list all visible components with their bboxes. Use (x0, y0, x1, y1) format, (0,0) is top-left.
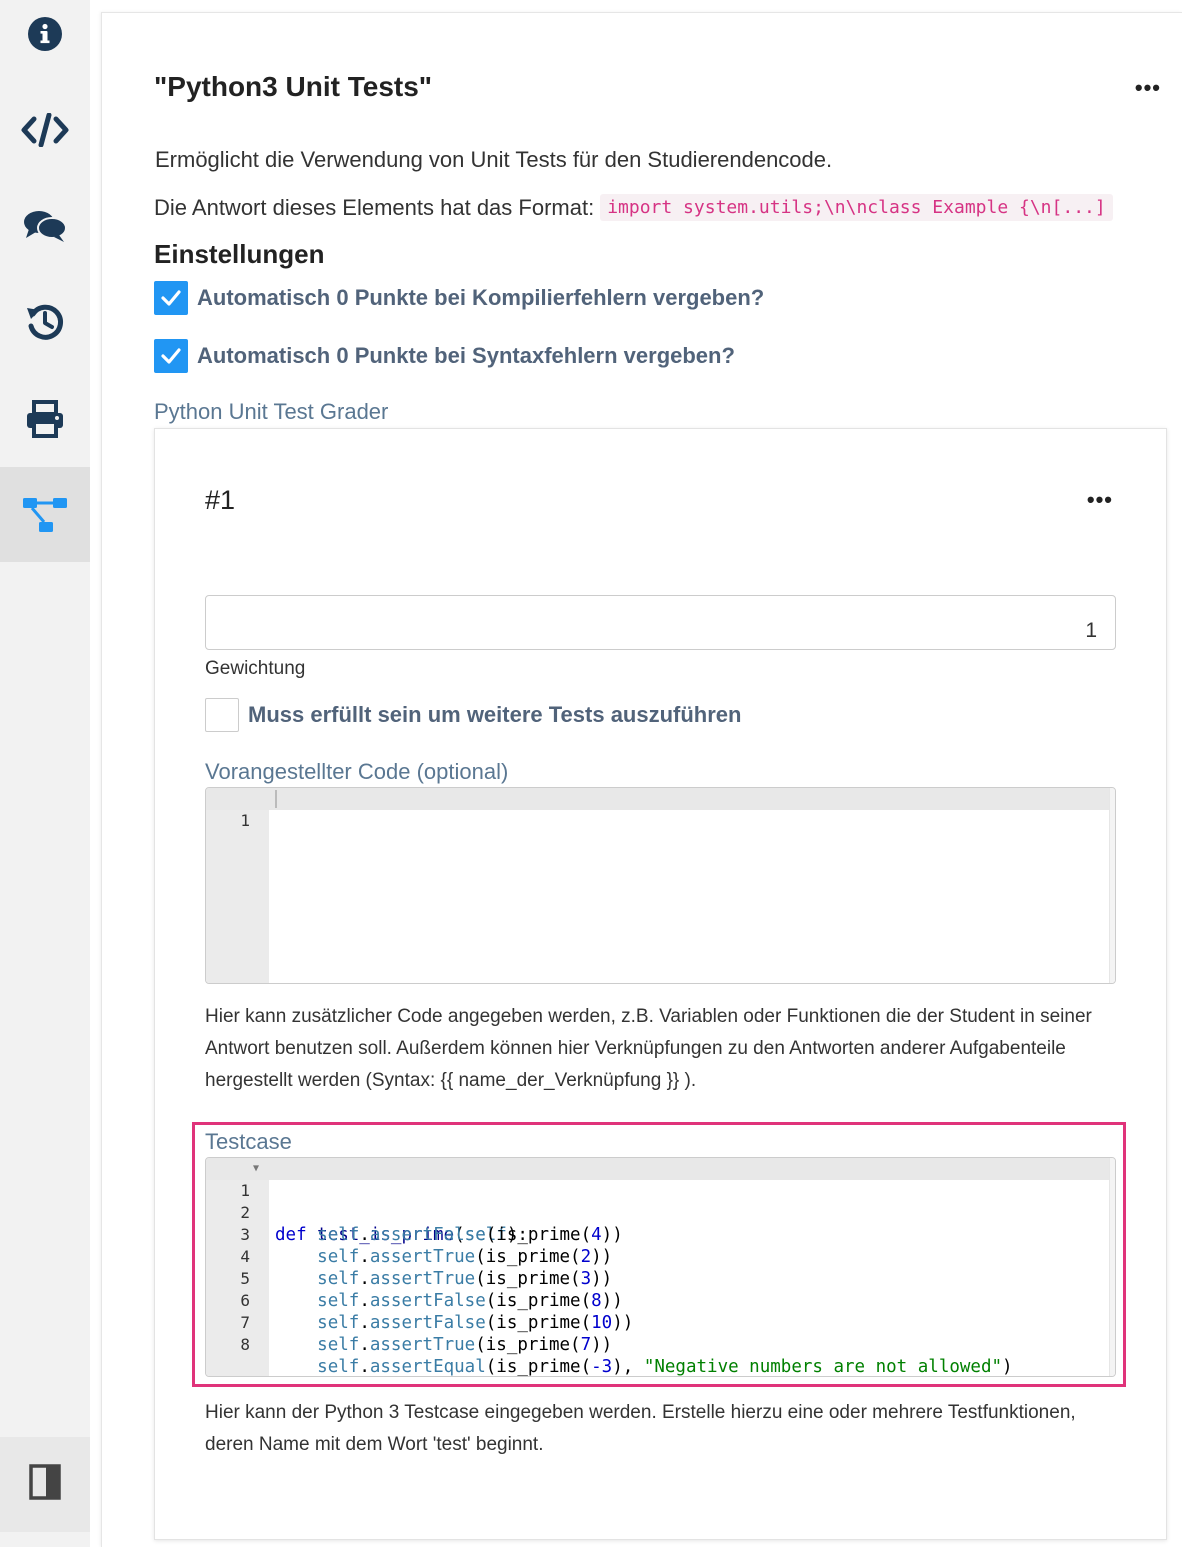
prefix-code-editor[interactable]: 1 (205, 787, 1116, 984)
sidebar-item-history[interactable] (0, 274, 90, 369)
sidebar (0, 0, 90, 1547)
option-must-pass-label: Muss erfüllt sein um weitere Tests auszu… (248, 702, 742, 727)
settings-heading: Einstellungen (154, 239, 325, 269)
weight-input[interactable] (205, 595, 1116, 650)
sidebar-toggle-button[interactable] (0, 1437, 90, 1532)
testcase-help: Hier kann der Python 3 Testcase eingegeb… (205, 1402, 1076, 1455)
option-compile-errors[interactable]: Automatisch 0 Punkte bei Kompilierfehler… (154, 281, 764, 315)
grader-label: Python Unit Test Grader (154, 399, 389, 424)
code-icon (21, 112, 69, 147)
sidebar-item-info[interactable] (0, 0, 90, 81)
grader-card: #1 ••• Gewichtung Muss erfüllt sein um w… (154, 428, 1167, 1540)
code-line: 1 (206, 788, 1115, 830)
line-number: 1 (240, 811, 250, 830)
checkbox-syntax-errors[interactable] (154, 339, 188, 373)
sidebar-item-comments[interactable] (0, 178, 90, 273)
check-icon (161, 348, 181, 364)
option-must-pass[interactable]: Muss erfüllt sein um weitere Tests auszu… (205, 698, 742, 732)
option-syntax-errors[interactable]: Automatisch 0 Punkte bei Syntaxfehlern v… (154, 339, 735, 373)
format-label: Die Antwort dieses Elements hat das Form… (154, 194, 595, 220)
comments-icon (23, 208, 67, 244)
history-icon (25, 302, 65, 342)
sidebar-item-code[interactable] (0, 82, 90, 177)
option-syntax-errors-label: Automatisch 0 Punkte bei Syntaxfehlern v… (197, 343, 735, 368)
main-panel: "Python3 Unit Tests" ••• Ermöglicht die … (101, 12, 1182, 1547)
checkbox-compile-errors[interactable] (154, 281, 188, 315)
editor-scrollbar[interactable] (1109, 788, 1115, 983)
info-icon (27, 16, 63, 52)
sitemap-icon (22, 496, 68, 534)
sidebar-item-graders[interactable] (0, 467, 90, 562)
panel-toggle-icon (29, 1464, 61, 1505)
testcase-menu-button[interactable]: ••• (1087, 487, 1113, 513)
page-title: "Python3 Unit Tests" (154, 71, 433, 102)
element-menu-button[interactable]: ••• (1135, 75, 1161, 101)
element-description: Ermöglicht die Verwendung von Unit Tests… (155, 147, 833, 172)
weight-label: Gewichtung (205, 658, 306, 679)
format-line: Die Antwort dieses Elements hat das Form… (154, 194, 1113, 221)
check-icon (161, 290, 181, 306)
testcase-highlight-frame (192, 1122, 1126, 1387)
prefix-code-label: Vorangestellter Code (optional) (205, 759, 509, 784)
editor-cursor (275, 790, 277, 808)
prefix-code-help: Hier kann zusätzlicher Code angegeben we… (205, 1006, 1092, 1091)
prefix-code-lines: 1 (206, 788, 1115, 830)
format-code: import system.utils;\n\nclass Example {\… (600, 194, 1113, 221)
sidebar-item-print[interactable] (0, 371, 90, 466)
option-compile-errors-label: Automatisch 0 Punkte bei Kompilierfehler… (197, 285, 765, 310)
testcase-title: #1 (205, 485, 236, 515)
print-icon (25, 399, 65, 438)
checkbox-must-pass[interactable] (205, 698, 239, 732)
